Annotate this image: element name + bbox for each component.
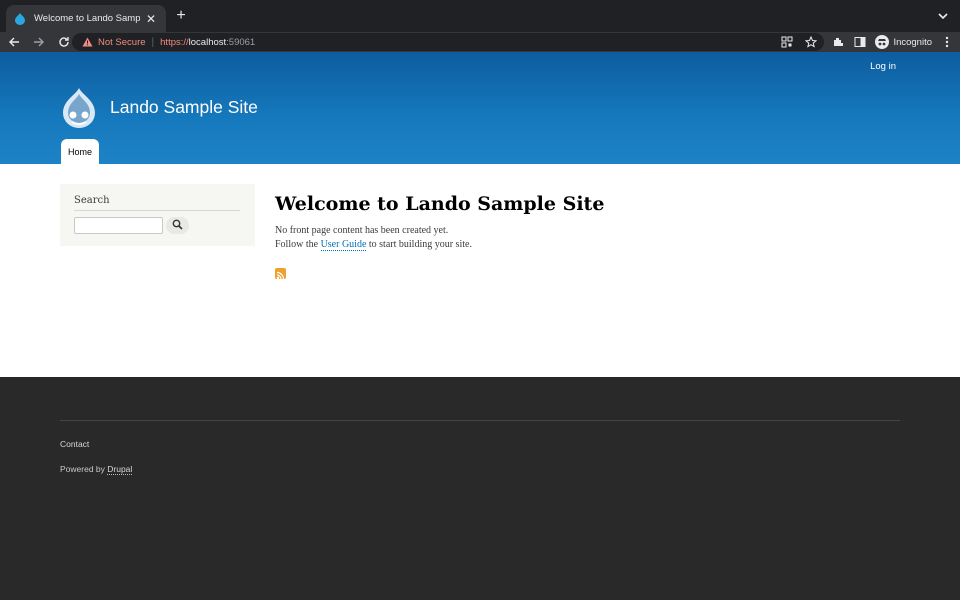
rss-feed-icon[interactable] <box>275 268 286 280</box>
site-name[interactable]: Lando Sample Site <box>110 97 258 118</box>
forward-icon[interactable] <box>28 34 50 50</box>
nav-tab-home[interactable]: Home <box>61 139 99 164</box>
guide-prefix: Follow the <box>275 239 321 250</box>
login-link[interactable]: Log in <box>870 61 896 72</box>
site-footer: Contact Powered by Drupal <box>0 377 960 600</box>
browser-tabstrip: Welcome to Lando Sample Site ✕ + <box>0 0 960 32</box>
footer-divider <box>60 420 900 421</box>
browser-tab[interactable]: Welcome to Lando Sample Site ✕ <box>6 5 166 32</box>
menu-icon[interactable] <box>940 35 954 49</box>
guide-suffix: to start building your site. <box>366 239 472 250</box>
powered-prefix: Powered by <box>60 464 108 474</box>
incognito-icon <box>875 35 890 49</box>
search-block-title: Search <box>74 195 110 206</box>
profile-button[interactable]: Incognito <box>875 35 932 49</box>
profile-label: Incognito <box>893 36 932 48</box>
page-viewport: Log in Lando Sample Site Home Search Wel… <box>0 52 960 600</box>
drupal-logo-icon[interactable] <box>59 86 99 130</box>
user-guide-link[interactable]: User Guide <box>320 239 367 251</box>
search-icon <box>172 217 183 235</box>
url-separator: | <box>151 36 155 48</box>
security-label[interactable]: Not Secure <box>98 37 146 48</box>
new-tab-button[interactable]: + <box>172 6 190 26</box>
empty-content-message: No front page content has been created y… <box>275 225 449 236</box>
search-button[interactable] <box>166 217 189 234</box>
url-host: localhost <box>188 36 227 48</box>
omnibox-actions <box>780 35 818 49</box>
star-icon[interactable] <box>804 35 818 49</box>
page-title: Welcome to Lando Sample Site <box>275 193 605 215</box>
url-port: :59061 <box>226 36 256 48</box>
extensions-icon[interactable] <box>831 35 845 49</box>
browser-toolbar: Not Secure | https:// localhost :59061 I… <box>0 32 960 52</box>
search-block: Search <box>60 184 255 246</box>
site-header: Log in Lando Sample Site Home <box>0 52 960 164</box>
qr-code-icon[interactable] <box>780 35 794 49</box>
drupal-favicon-icon <box>14 12 26 25</box>
side-panel-icon[interactable] <box>853 35 867 49</box>
footer-contact-link[interactable]: Contact <box>60 439 89 449</box>
toolbar-actions: Incognito <box>831 32 954 52</box>
tab-title: Welcome to Lando Sample Site <box>34 13 140 24</box>
warning-icon[interactable] <box>82 36 94 48</box>
guide-message: Follow the User Guide to start building … <box>275 239 472 251</box>
search-input[interactable] <box>74 217 163 234</box>
back-icon[interactable] <box>3 34 25 50</box>
drupal-link[interactable]: Drupal <box>107 464 133 475</box>
close-icon[interactable]: ✕ <box>144 12 158 26</box>
url-scheme: https:// <box>160 36 189 48</box>
chevron-down-icon[interactable] <box>936 8 950 24</box>
divider <box>74 210 240 211</box>
address-bar[interactable]: Not Secure | https:// localhost :59061 <box>72 33 824 51</box>
powered-by: Powered by Drupal <box>60 464 133 475</box>
